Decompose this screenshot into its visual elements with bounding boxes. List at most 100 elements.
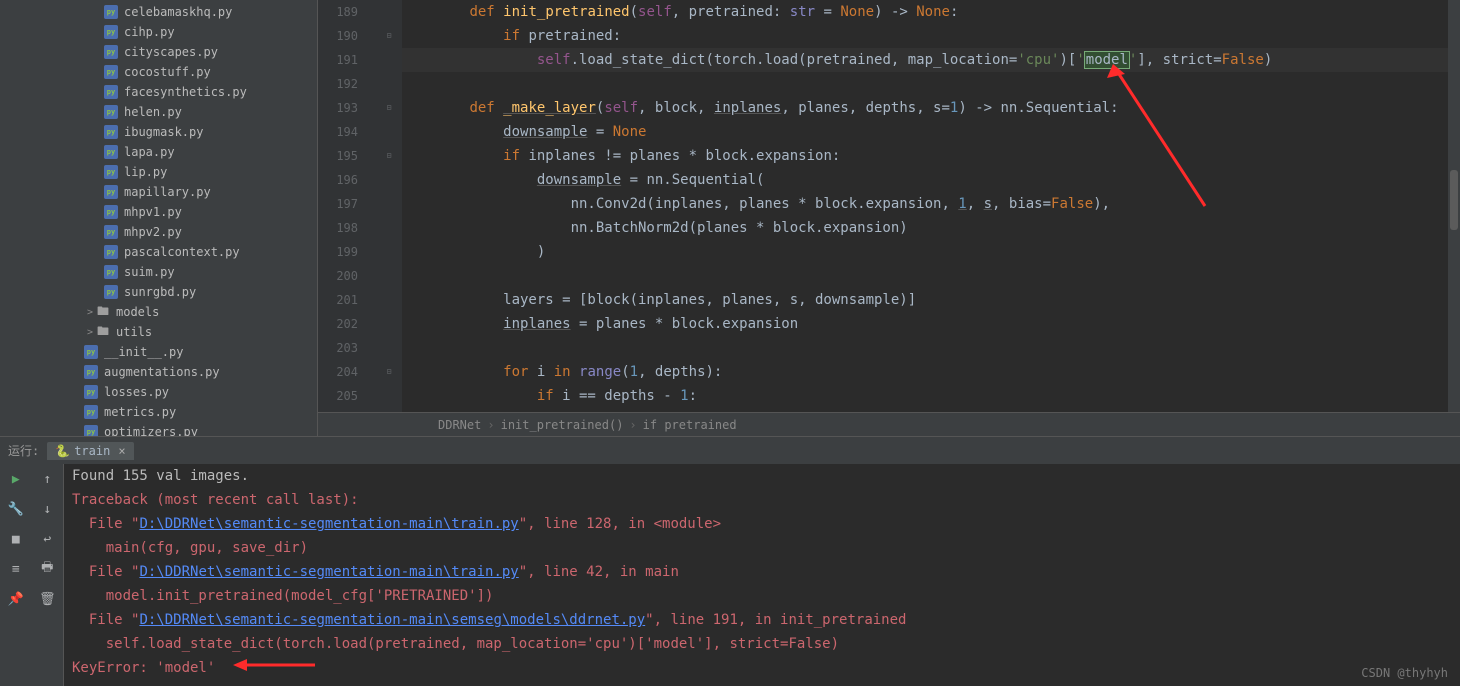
chevron-right-icon: ›	[487, 413, 494, 437]
wrap-icon[interactable]: ↩	[32, 524, 64, 554]
trash-icon[interactable]: 🗑	[32, 584, 64, 614]
file-name: ibugmask.py	[124, 125, 203, 139]
stacktrace-link[interactable]: D:\DDRNet\semantic-segmentation-main\sem…	[139, 612, 645, 628]
python-icon: py	[104, 185, 118, 199]
chevron-right-icon: ›	[629, 413, 636, 437]
python-icon: py	[104, 5, 118, 19]
file-item[interactable]: py cihp.py	[0, 22, 317, 42]
run-bar: 运行: 🐍 train ×	[0, 436, 1460, 464]
python-icon: py	[104, 25, 118, 39]
file-name: mapillary.py	[124, 185, 211, 199]
file-item[interactable]: py optimizers.py	[0, 422, 317, 436]
file-name: lip.py	[124, 165, 167, 179]
folder-item[interactable]: >🖿utils	[0, 322, 317, 342]
stacktrace-link[interactable]: D:\DDRNet\semantic-segmentation-main\tra…	[139, 564, 518, 580]
arrow-down-icon[interactable]: ↓	[32, 494, 64, 524]
file-name: cityscapes.py	[124, 45, 218, 59]
folder-icon: 🖿	[96, 305, 110, 319]
breadcrumb[interactable]: DDRNet › init_pretrained() › if pretrain…	[318, 412, 1460, 436]
folder-icon: 🖿	[96, 325, 110, 339]
python-icon: py	[104, 105, 118, 119]
python-icon: py	[104, 65, 118, 79]
code-editor[interactable]: 1891901911921931941951961971981992002012…	[318, 0, 1460, 412]
file-item[interactable]: py mapillary.py	[0, 182, 317, 202]
python-icon: py	[104, 205, 118, 219]
breadcrumb-item[interactable]: init_pretrained()	[501, 413, 624, 437]
python-icon: py	[84, 405, 98, 419]
python-icon: py	[84, 425, 98, 436]
file-item[interactable]: py lapa.py	[0, 142, 317, 162]
run-tab[interactable]: 🐍 train ×	[47, 442, 133, 460]
line-gutter: 1891901911921931941951961971981992002012…	[318, 0, 376, 412]
arrow-up-icon[interactable]: ↑	[32, 464, 64, 494]
file-name: celebamaskhq.py	[124, 5, 232, 19]
pin-icon[interactable]: 📌	[0, 584, 32, 614]
file-name: metrics.py	[104, 405, 176, 419]
file-name: sunrgbd.py	[124, 285, 196, 299]
run-tab-title: train	[74, 444, 110, 458]
file-item[interactable]: py losses.py	[0, 382, 317, 402]
file-item[interactable]: py sunrgbd.py	[0, 282, 317, 302]
file-item[interactable]: py pascalcontext.py	[0, 242, 317, 262]
file-name: cihp.py	[124, 25, 175, 39]
watermark: CSDN @thyhyh	[1361, 666, 1448, 680]
code-area[interactable]: def init_pretrained(self, pretrained: st…	[402, 0, 1460, 412]
python-icon: py	[104, 225, 118, 239]
python-icon: py	[104, 145, 118, 159]
python-icon: py	[104, 45, 118, 59]
python-icon: py	[84, 365, 98, 379]
file-item[interactable]: py cocostuff.py	[0, 62, 317, 82]
file-item[interactable]: py ibugmask.py	[0, 122, 317, 142]
file-name: helen.py	[124, 105, 182, 119]
python-icon: py	[104, 265, 118, 279]
print-icon[interactable]: 🖶	[32, 554, 64, 584]
file-item[interactable]: py mhpv1.py	[0, 202, 317, 222]
breadcrumb-item[interactable]: if pretrained	[643, 413, 737, 437]
file-item[interactable]: py lip.py	[0, 162, 317, 182]
file-name: __init__.py	[104, 345, 183, 359]
python-icon: py	[84, 345, 98, 359]
python-icon: py	[104, 285, 118, 299]
file-name: losses.py	[104, 385, 169, 399]
wrench-icon[interactable]: 🔧	[0, 494, 32, 524]
file-name: optimizers.py	[104, 425, 198, 436]
file-item[interactable]: py cityscapes.py	[0, 42, 317, 62]
folder-item[interactable]: >🖿models	[0, 302, 317, 322]
file-name: mhpv1.py	[124, 205, 182, 219]
python-icon: 🐍	[55, 444, 70, 458]
file-item[interactable]: py augmentations.py	[0, 362, 317, 382]
stack-icon[interactable]: ≡	[0, 554, 32, 584]
file-item[interactable]: py celebamaskhq.py	[0, 2, 317, 22]
stacktrace-link[interactable]: D:\DDRNet\semantic-segmentation-main\tra…	[139, 516, 518, 532]
python-icon: py	[104, 125, 118, 139]
file-item[interactable]: py facesynthetics.py	[0, 82, 317, 102]
file-name: utils	[116, 325, 152, 339]
python-icon: py	[104, 165, 118, 179]
console-toolbar: ▶ ↑ 🔧 ↓ ■ ↩ ≡ 🖶 📌 🗑	[0, 464, 64, 686]
stop-icon[interactable]: ■	[0, 524, 32, 554]
file-name: augmentations.py	[104, 365, 220, 379]
file-name: pascalcontext.py	[124, 245, 240, 259]
file-item[interactable]: py metrics.py	[0, 402, 317, 422]
file-name: cocostuff.py	[124, 65, 211, 79]
file-item[interactable]: py suim.py	[0, 262, 317, 282]
file-name: mhpv2.py	[124, 225, 182, 239]
file-item[interactable]: py __init__.py	[0, 342, 317, 362]
file-name: suim.py	[124, 265, 175, 279]
close-icon[interactable]: ×	[118, 444, 125, 458]
file-item[interactable]: py helen.py	[0, 102, 317, 122]
run-label: 运行:	[8, 442, 39, 459]
file-name: models	[116, 305, 159, 319]
breadcrumb-item[interactable]: DDRNet	[438, 413, 481, 437]
file-item[interactable]: py mhpv2.py	[0, 222, 317, 242]
project-tree[interactable]: py celebamaskhq.py py cihp.py py cityscapes.p…	[0, 0, 318, 436]
console-output[interactable]: Found 155 val images.Traceback (most rec…	[64, 464, 1460, 686]
editor-scrollbar[interactable]	[1448, 0, 1460, 412]
python-icon: py	[104, 85, 118, 99]
fold-column[interactable]: ⊟⊟⊟⊟	[376, 0, 402, 412]
python-icon: py	[84, 385, 98, 399]
file-name: facesynthetics.py	[124, 85, 247, 99]
file-name: lapa.py	[124, 145, 175, 159]
play-icon[interactable]: ▶	[0, 464, 32, 494]
python-icon: py	[104, 245, 118, 259]
